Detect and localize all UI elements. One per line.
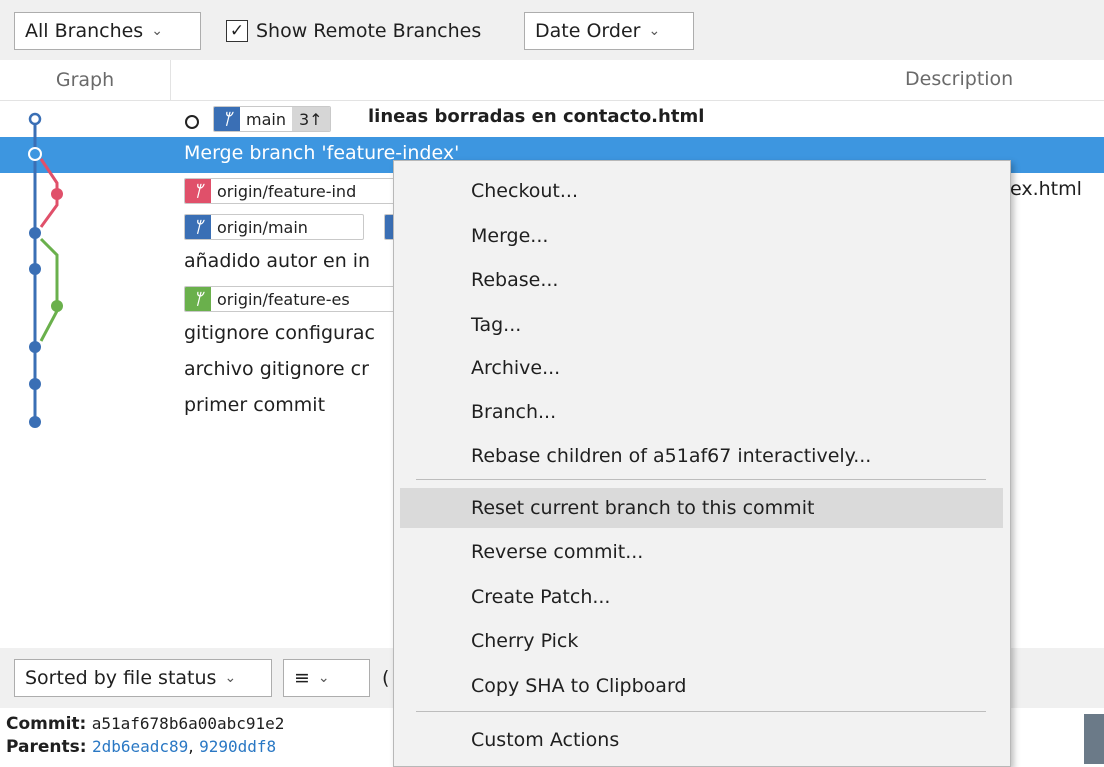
graph-header-label: Graph [55,69,115,91]
parent-separator: , [188,737,194,757]
branch-icon: ᛘ [185,179,211,203]
menu-item-label: Create Patch... [471,586,611,608]
branch-icon: ᛘ [185,215,211,239]
chevron-down-icon: ⌄ [648,23,661,39]
branches-dropdown[interactable]: All Branches ⌄ [14,12,201,50]
menu-item-label: Reset current branch to this commit [471,497,815,519]
chevron-down-icon: ⌄ [224,670,237,686]
commit-message: lineas borradas en contacto.html [368,106,705,127]
commit-node[interactable] [28,147,42,161]
commit-node[interactable] [29,416,41,428]
branch-tag-main[interactable]: ᛘ main 3↑ [213,106,331,132]
menu-item-rebase[interactable]: Rebase... [400,260,1003,300]
menu-separator [416,711,986,712]
branch-tag-label: origin/feature-ind [217,181,357,201]
menu-item-label: Archive... [471,357,561,379]
menu-item-label: Checkout... [471,180,579,202]
menu-item-label: Branch... [471,401,557,423]
branch-tag-label: main [246,109,286,129]
chevron-down-icon: ⌄ [151,23,163,39]
commit-node[interactable] [51,300,63,312]
menu-item-tag[interactable]: Tag... [400,305,1003,345]
commit-message: gitignore configurac [184,322,376,344]
chevron-down-icon: ⌄ [317,670,330,686]
commit-sha: a51af678b6a00abc91e2 [91,714,285,733]
commit-node[interactable] [29,378,41,390]
checkmark-icon[interactable]: ✓ [226,20,248,42]
parents-label: Parents: [6,737,87,757]
commit-row[interactable]: ᛘ main 3↑ lineas borradas en contacto.ht… [0,101,1104,137]
commit-message: primer commit [184,394,326,416]
sort-dropdown-label: Sorted by file status [25,667,217,689]
description-column-header[interactable]: Description [905,68,1013,90]
commit-node[interactable] [29,341,41,353]
commit-node[interactable] [29,227,41,239]
branch-tag-label: origin/main [217,217,308,237]
graph-branch-line-green [39,237,59,342]
menu-item-reverse-commit[interactable]: Reverse commit... [400,532,1003,572]
commit-graph [28,112,63,428]
menu-item-cherry-pick[interactable]: Cherry Pick [400,621,1003,661]
branch-icon: ᛘ [185,287,211,311]
commit-label: Commit: [6,714,87,734]
order-dropdown-label: Date Order [535,20,641,42]
branch-tag-label: origin/feature-es [217,289,350,309]
menu-separator [416,479,986,480]
toolbar: All Branches ⌄ ✓ Show Remote Branches Da… [0,0,1104,60]
menu-item-checkout[interactable]: Checkout... [400,171,1003,211]
menu-item-label: Rebase children of a51af67 interactively… [471,445,872,467]
menu-item-label: Tag... [471,314,522,336]
menu-item-rebase-children[interactable]: Rebase children of a51af67 interactively… [400,436,1003,476]
commit-node[interactable] [29,263,41,275]
parent-link[interactable]: 9290ddf8 [199,737,276,756]
commit-node[interactable] [51,188,63,200]
branch-icon: ᛘ [214,107,240,131]
menu-item-label: Rebase... [471,269,559,291]
commit-message: añadido autor en in [184,250,371,272]
menu-item-label: Cherry Pick [471,630,579,652]
sort-dropdown[interactable]: Sorted by file status ⌄ [14,659,272,697]
menu-item-custom-actions[interactable]: Custom Actions [400,720,1003,760]
branch-tag-origin-feature-estilos[interactable]: ᛘ origin/feature-es [184,286,414,312]
menu-item-branch[interactable]: Branch... [400,392,1003,432]
show-remote-branches-checkbox[interactable]: ✓ Show Remote Branches [226,12,481,50]
branch-tag-origin-feature-index[interactable]: ᛘ origin/feature-ind [184,178,414,204]
menu-item-label: Reverse commit... [471,541,644,563]
context-menu: Checkout... Merge... Rebase... Tag... Ar… [393,160,1011,767]
menu-item-label: Copy SHA to Clipboard [471,675,687,697]
menu-item-label: Merge... [471,225,549,247]
menu-item-archive[interactable]: Archive... [400,348,1003,388]
show-remote-branches-label: Show Remote Branches [256,20,482,42]
branch-tag-origin-main[interactable]: ᛘ origin/main [184,214,364,240]
truncated-text: ( [382,667,390,689]
menu-item-merge[interactable]: Merge... [400,216,1003,256]
head-indicator-icon [185,115,199,129]
commit-message: ex.html [1010,178,1082,200]
order-dropdown[interactable]: Date Order ⌄ [524,12,694,50]
commit-node[interactable] [28,112,42,126]
branches-dropdown-label: All Branches [25,20,144,42]
menu-item-copy-sha[interactable]: Copy SHA to Clipboard [400,666,1003,706]
avatar [1084,714,1104,764]
parent-link[interactable]: 2db6eadc89 [92,737,188,756]
menu-item-label: Custom Actions [471,729,620,751]
graph-column-header[interactable]: Graph [0,60,171,100]
menu-item-reset-current-branch[interactable]: Reset current branch to this commit [400,488,1003,528]
menu-item-create-patch[interactable]: Create Patch... [400,577,1003,617]
list-icon: ≡ [294,667,310,689]
view-mode-dropdown[interactable]: ≡ ⌄ [283,659,370,697]
commit-message: archivo gitignore cr [184,358,369,380]
column-header: Graph Description [0,60,1104,101]
ahead-count-badge: 3↑ [291,107,330,131]
